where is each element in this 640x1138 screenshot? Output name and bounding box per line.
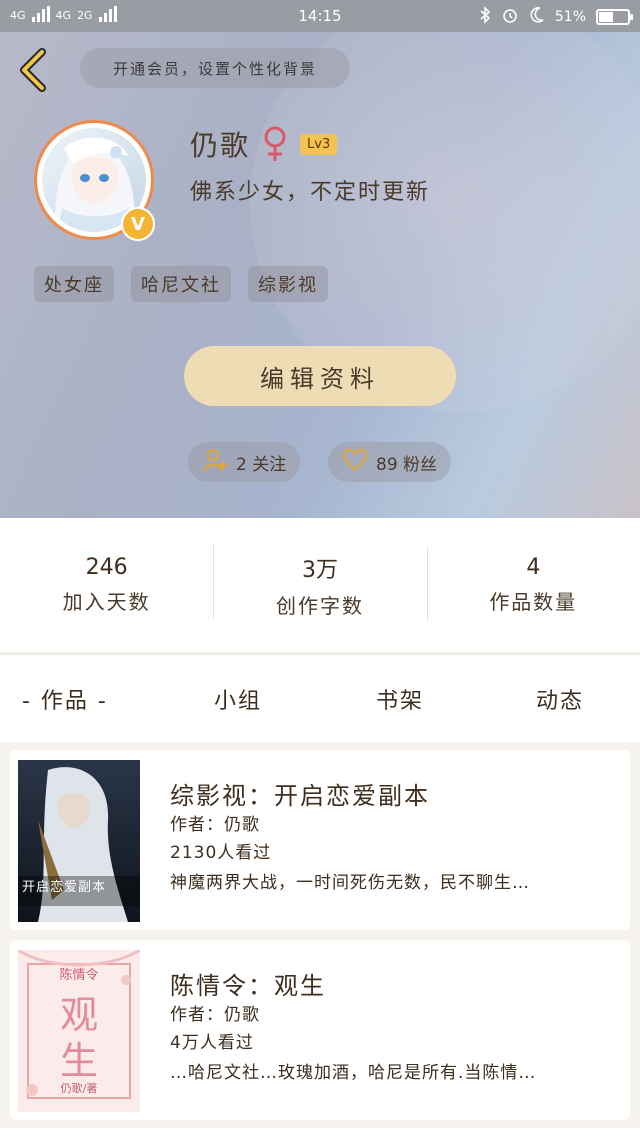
tag-zodiac[interactable]: 处女座 bbox=[34, 266, 114, 302]
work-cover: 陈情令 观 生 仍歌/著 bbox=[18, 950, 140, 1112]
edit-profile-button[interactable]: 编辑资料 bbox=[184, 346, 456, 406]
vip-background-button[interactable]: 开通会员，设置个性化背景 bbox=[80, 48, 350, 88]
stat-value: 4 bbox=[526, 555, 541, 580]
fans-button[interactable]: 89 粉丝 bbox=[328, 442, 452, 482]
work-title: 综影视：开启恋爱副本 bbox=[170, 782, 430, 810]
work-card[interactable]: 开启恋爱副本 综影视：开启恋爱副本 作者：仍歌 2130人看过 神魔两界大战，一… bbox=[10, 750, 630, 930]
battery-level bbox=[599, 12, 614, 22]
chevron-left-icon bbox=[20, 48, 46, 92]
username-row: 仍歌 Lv3 bbox=[190, 124, 338, 164]
cover-series: 陈情令 bbox=[59, 968, 99, 983]
tab-bookshelf[interactable]: 书架 bbox=[376, 683, 424, 715]
tag-genre[interactable]: 综影视 bbox=[248, 266, 328, 302]
stat-works: 4 作品数量 bbox=[426, 547, 640, 621]
next-card-edge bbox=[0, 1128, 640, 1138]
level-badge: Lv3 bbox=[300, 133, 338, 155]
tab-groups[interactable]: 小组 bbox=[214, 683, 262, 715]
tag-list: 处女座 哈尼文社 综影视 bbox=[34, 266, 328, 302]
profile-header: 开通会员，设置个性化背景 V 仍歌 Lv3 佛系少女，不定时更新 处女座 哈尼文… bbox=[0, 32, 640, 518]
bio: 佛系少女，不定时更新 bbox=[190, 180, 431, 205]
person-add-icon bbox=[202, 447, 228, 478]
tab-activity[interactable]: 动态 bbox=[536, 683, 584, 715]
stat-words: 3万 创作字数 bbox=[213, 543, 426, 619]
cover-title: 开启恋爱副本 bbox=[22, 880, 107, 895]
moon-icon bbox=[529, 6, 545, 28]
heart-icon bbox=[342, 448, 368, 477]
stat-days: 246 加入天数 bbox=[0, 555, 213, 615]
cover-author: 仍歌/著 bbox=[60, 1082, 98, 1095]
following-button[interactable]: 2 关注 bbox=[188, 442, 301, 482]
bluetooth-icon bbox=[479, 6, 491, 28]
stat-value: 3万 bbox=[301, 557, 338, 583]
battery-percent: 51% bbox=[554, 9, 586, 25]
fans-count: 89 粉丝 bbox=[376, 454, 438, 475]
status-bar: 4G 4G 2G 14:15 51% bbox=[0, 0, 640, 32]
back-button[interactable] bbox=[14, 46, 54, 94]
work-title: 陈情令：观生 bbox=[170, 972, 326, 1000]
tab-works[interactable]: - 作品 - bbox=[22, 683, 108, 715]
work-author: 作者：仍歌 bbox=[170, 1005, 260, 1025]
avatar[interactable]: V bbox=[34, 120, 155, 241]
work-views: 4万人看过 bbox=[170, 1033, 254, 1053]
work-summary: 神魔两界大战，一时间死伤无数，民不聊生… bbox=[170, 873, 530, 893]
tab-bar: - 作品 - 小组 书架 动态 bbox=[0, 654, 640, 742]
battery-icon bbox=[596, 9, 633, 25]
stat-label: 创作字数 bbox=[275, 593, 364, 618]
alarm-icon bbox=[501, 6, 519, 28]
work-card[interactable]: 陈情令 观 生 仍歌/著 陈情令：观生 作者：仍歌 4万人看过 …哈尼文社…玫瑰… bbox=[10, 940, 630, 1120]
tag-club[interactable]: 哈尼文社 bbox=[131, 266, 231, 302]
stat-label: 作品数量 bbox=[489, 590, 578, 614]
work-summary: …哈尼文社…玫瑰加酒，哈尼是所有.当陈情… bbox=[170, 1063, 537, 1083]
stat-value: 246 bbox=[85, 555, 128, 580]
stats-bar: 246 加入天数 3万 创作字数 4 作品数量 bbox=[0, 518, 640, 652]
female-icon bbox=[260, 125, 290, 163]
verified-badge: V bbox=[121, 207, 155, 241]
username: 仍歌 bbox=[190, 129, 251, 162]
status-icons: 51% bbox=[479, 6, 633, 28]
work-cover: 开启恋爱副本 bbox=[18, 760, 140, 922]
work-views: 2130人看过 bbox=[170, 843, 272, 863]
following-count: 2 关注 bbox=[236, 454, 287, 475]
stat-label: 加入天数 bbox=[62, 590, 151, 614]
cover-char-2: 生 bbox=[59, 1039, 98, 1083]
work-author: 作者：仍歌 bbox=[170, 815, 260, 835]
